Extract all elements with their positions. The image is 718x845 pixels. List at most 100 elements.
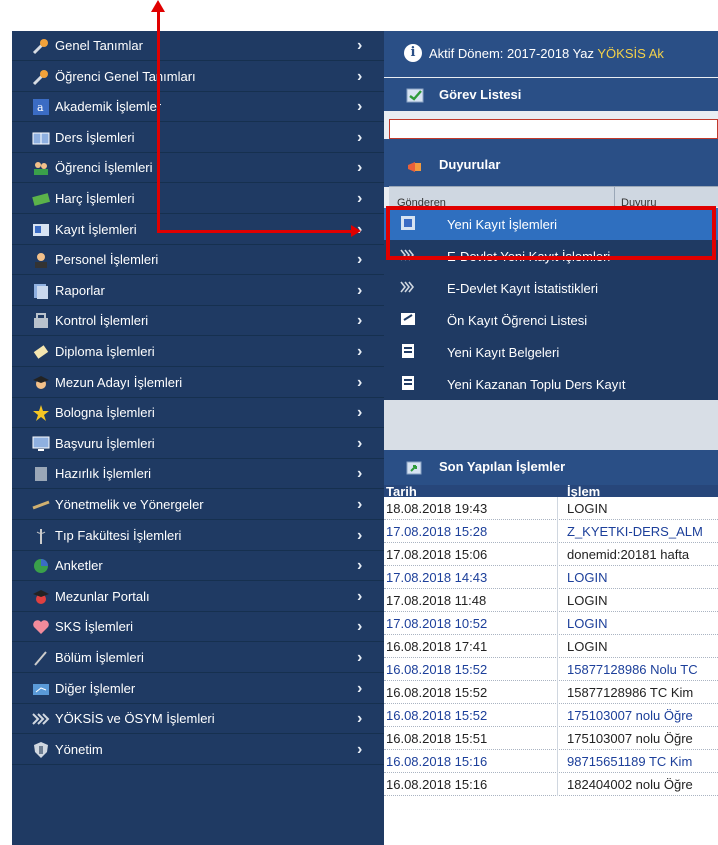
monitor-icon bbox=[32, 435, 50, 453]
recent-action-date: 16.08.2018 17:41 bbox=[386, 639, 488, 654]
sidebar-item-label: Kayıt İşlemleri bbox=[55, 221, 137, 237]
sidebar-item[interactable]: Mezun Adayı İşlemleri › bbox=[12, 368, 384, 398]
sidebar-item-label: Bölüm İşlemleri bbox=[55, 650, 144, 665]
sidebar-item[interactable]: Yönetim › bbox=[12, 735, 384, 765]
chevron-right-icon: › bbox=[357, 649, 363, 666]
recent-action-text: donemid:20181 hafta bbox=[567, 547, 690, 562]
sidebar-item[interactable]: Öğrenci Genel Tanımları › bbox=[12, 62, 384, 92]
recent-action-row[interactable]: 16.08.2018 17:41 LOGIN bbox=[384, 635, 718, 658]
recent-action-date: 18.08.2018 19:43 bbox=[386, 501, 488, 516]
chevron-right-icon: › bbox=[357, 710, 363, 728]
chevron-right-icon: › bbox=[357, 251, 363, 269]
recent-action-date: 16.08.2018 15:52 bbox=[386, 708, 488, 723]
recent-action-date: 16.08.2018 15:52 bbox=[386, 685, 488, 700]
submenu-item[interactable]: Ön Kayıt Öğrenci Listesi bbox=[384, 304, 718, 336]
chevron-right-icon: › bbox=[357, 67, 363, 85]
megaphone-icon bbox=[408, 162, 421, 172]
sidebar-item[interactable]: Harç İşlemleri › bbox=[12, 184, 384, 214]
task-list-header[interactable]: Görev Listesi bbox=[384, 78, 718, 111]
wrench-icon bbox=[32, 68, 50, 86]
sidebar-item-label: Mezun Adayı İşlemleri bbox=[55, 374, 183, 390]
annotation-highlight-box bbox=[386, 206, 716, 260]
annotation-arrow-line bbox=[157, 230, 354, 233]
task-list-field[interactable] bbox=[389, 119, 718, 139]
sidebar-item[interactable]: Öğrenci İşlemleri › bbox=[12, 153, 384, 184]
department-icon bbox=[32, 649, 50, 667]
sidebar-item[interactable]: Diğer İşlemler › bbox=[12, 674, 384, 704]
sidebar-item[interactable]: Bölüm İşlemleri › bbox=[12, 643, 384, 673]
recent-action-row[interactable]: 17.08.2018 10:52 LOGIN bbox=[384, 612, 718, 635]
recent-action-row[interactable]: 16.08.2018 15:52 15877128986 Nolu TC bbox=[384, 658, 718, 681]
submenu-item-icon bbox=[400, 375, 416, 391]
recent-actions-header[interactable]: Son Yapılan İşlemler bbox=[384, 450, 718, 485]
sidebar-item-label: Akademik İşlemler bbox=[55, 99, 162, 115]
submenu-item[interactable]: Yeni Kayıt Belgeleri bbox=[384, 336, 718, 368]
recent-action-text: LOGIN bbox=[567, 501, 608, 516]
main-panel: i Aktif Dönem: 2017-2018 Yaz YÖKSİS Ak G… bbox=[384, 31, 718, 845]
sidebar-item-label: Bologna İşlemleri bbox=[55, 405, 155, 421]
recent-action-row[interactable]: 17.08.2018 11:48 LOGIN bbox=[384, 589, 718, 612]
recent-action-row[interactable]: 16.08.2018 15:52 15877128986 TC Kim bbox=[384, 681, 718, 704]
yoksis-icon bbox=[32, 710, 50, 728]
task-list-icon bbox=[406, 88, 424, 103]
chevron-right-icon: › bbox=[357, 373, 363, 391]
sidebar-item[interactable]: SKS İşlemleri › bbox=[12, 612, 384, 643]
recent-action-row[interactable]: 16.08.2018 15:52 175103007 nolu Öğre bbox=[384, 704, 718, 727]
sidebar-item[interactable]: Ders İşlemleri › bbox=[12, 123, 384, 153]
sidebar-item[interactable]: Mezunlar Portalı › bbox=[12, 582, 384, 612]
alumni-icon bbox=[32, 588, 50, 606]
chevron-right-icon: › bbox=[357, 740, 363, 758]
sidebar-item[interactable]: Raporlar › bbox=[12, 276, 384, 306]
sidebar-item[interactable]: Personel İşlemleri › bbox=[12, 245, 384, 276]
sidebar-item-label: Başvuru İşlemleri bbox=[55, 435, 155, 451]
submenu-item[interactable]: E-Devlet Kayıt İstatistikleri bbox=[384, 272, 718, 304]
sidebar-item[interactable]: Yönetmelik ve Yönergeler › bbox=[12, 490, 384, 520]
students-icon bbox=[32, 159, 50, 177]
registration-icon bbox=[32, 221, 50, 239]
chevron-right-icon: › bbox=[357, 98, 363, 116]
sidebar-item[interactable]: Kontrol İşlemleri › bbox=[12, 306, 384, 337]
sidebar-item[interactable]: Hazırlık İşlemleri › bbox=[12, 459, 384, 490]
column-divider bbox=[557, 566, 558, 589]
recent-action-row[interactable]: 17.08.2018 15:28 Z_KYETKI-DERS_ALM bbox=[384, 520, 718, 543]
sidebar-item[interactable]: Genel Tanımlar › bbox=[12, 31, 384, 61]
sidebar-item[interactable]: Tıp Fakültesi İşlemleri › bbox=[12, 521, 384, 551]
column-divider bbox=[614, 187, 615, 207]
sidebar-item[interactable]: Anketler › bbox=[12, 551, 384, 582]
book-icon bbox=[32, 129, 50, 147]
announcements-table-header: Gönderen Duyuru bbox=[389, 186, 718, 209]
recent-action-row[interactable]: 17.08.2018 15:06 donemid:20181 hafta bbox=[384, 543, 718, 566]
recent-action-row[interactable]: 16.08.2018 15:51 175103007 nolu Öğre bbox=[384, 727, 718, 750]
graduate-icon bbox=[32, 374, 50, 392]
sidebar-item-label: Anketler bbox=[55, 558, 103, 574]
recent-actions-icon bbox=[406, 461, 422, 475]
chevron-right-icon: › bbox=[357, 312, 363, 330]
announcements-body bbox=[384, 400, 718, 450]
medical-icon bbox=[32, 527, 50, 545]
recent-action-row[interactable]: 18.08.2018 19:43 LOGIN bbox=[384, 497, 718, 520]
recent-action-date: 17.08.2018 11:48 bbox=[386, 593, 487, 608]
sidebar-item-label: Ders İşlemleri bbox=[55, 129, 135, 145]
academic-icon: a bbox=[32, 98, 50, 116]
recent-action-text: LOGIN bbox=[567, 570, 608, 585]
sidebar-item[interactable]: YÖKSİS ve ÖSYM İşlemleri › bbox=[12, 704, 384, 735]
recent-action-row[interactable]: 16.08.2018 15:16 182404002 nolu Öğre bbox=[384, 773, 718, 796]
submenu-item-icon bbox=[400, 343, 416, 359]
sidebar-item[interactable]: Başvuru İşlemleri › bbox=[12, 429, 384, 459]
annotation-arrow-line bbox=[157, 10, 160, 233]
sidebar-item[interactable]: a Akademik İşlemler › bbox=[12, 92, 384, 123]
control-icon bbox=[32, 312, 50, 330]
column-divider bbox=[557, 681, 558, 704]
recent-action-row[interactable]: 16.08.2018 15:16 98715651189 TC Kim bbox=[384, 750, 718, 773]
sidebar-item[interactable]: Diploma İşlemleri › bbox=[12, 337, 384, 367]
column-divider bbox=[557, 497, 558, 520]
wrench-icon bbox=[32, 37, 50, 55]
announcements-header[interactable]: Duyurular bbox=[384, 139, 718, 187]
recent-action-text: LOGIN bbox=[567, 616, 608, 631]
column-divider bbox=[557, 727, 558, 750]
recent-action-date: 16.08.2018 15:16 bbox=[386, 777, 488, 792]
sidebar-item[interactable]: Bologna İşlemleri › bbox=[12, 398, 384, 429]
submenu-item[interactable]: Yeni Kazanan Toplu Ders Kayıt bbox=[384, 368, 718, 400]
recent-action-row[interactable]: 17.08.2018 14:43 LOGIN bbox=[384, 566, 718, 589]
active-period-bar: i Aktif Dönem: 2017-2018 Yaz YÖKSİS Ak bbox=[384, 31, 718, 77]
